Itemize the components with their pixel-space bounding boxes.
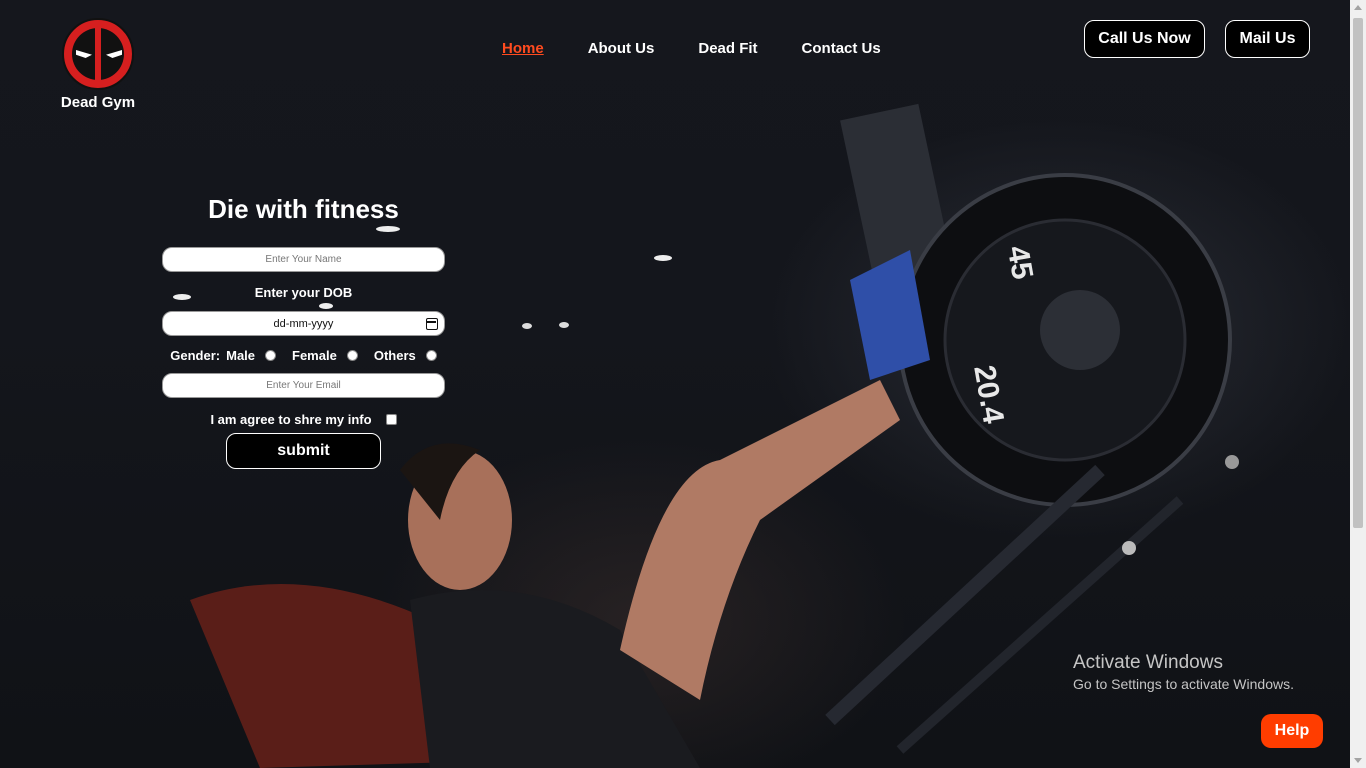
plate-number-45: 45	[1001, 243, 1039, 282]
nav-item-about-us[interactable]: About Us	[588, 40, 655, 57]
gender-option-male-label: Male	[226, 348, 256, 363]
watermark-title: Activate Windows	[1073, 652, 1223, 673]
gender-label: Gender:	[170, 348, 221, 363]
brand-logo[interactable]: Dead Gym	[56, 18, 140, 111]
vertical-scrollbar[interactable]	[1350, 0, 1366, 768]
submit-button[interactable]: submit	[226, 433, 381, 469]
dob-placeholder: dd-mm-yyyy	[273, 317, 334, 330]
gender-male-radio[interactable]	[265, 350, 277, 361]
main-nav: Home About Us Dead Fit Contact Us	[502, 40, 925, 57]
gender-option-female-label: Female	[292, 348, 337, 363]
dob-input[interactable]: dd-mm-yyyy	[162, 311, 445, 336]
form-title: Die with fitness	[208, 194, 399, 224]
nav-item-home[interactable]: Home	[502, 40, 544, 57]
nav-item-dead-fit[interactable]: Dead Fit	[698, 40, 757, 57]
brand-name: Dead Gym	[60, 94, 136, 111]
call-us-now-button[interactable]: Call Us Now	[1084, 20, 1205, 58]
agree-label: I am agree to shre my info	[210, 412, 372, 427]
agree-checkbox[interactable]	[385, 414, 397, 425]
mail-us-button[interactable]: Mail Us	[1225, 20, 1310, 58]
nav-item-contact-us[interactable]: Contact Us	[802, 40, 881, 57]
scroll-up-icon[interactable]	[1354, 5, 1362, 10]
gender-female-radio[interactable]	[346, 350, 358, 361]
gender-option-others-label: Others	[373, 348, 416, 363]
watermark-subtitle: Go to Settings to activate Windows.	[1073, 676, 1294, 692]
dob-label: Enter your DOB	[254, 285, 353, 300]
email-input[interactable]: Enter Your Email	[162, 373, 445, 398]
name-input[interactable]: Enter Your Name	[162, 247, 445, 272]
signup-form: Die with fitness Enter Your Name Enter y…	[162, 194, 445, 469]
activate-windows-watermark: Activate Windows Go to Settings to activ…	[1073, 652, 1294, 692]
gender-group: Gender: Male Female Others	[162, 348, 445, 363]
deadpool-logo-icon	[62, 18, 134, 90]
agree-row: I am agree to shre my info	[162, 412, 445, 427]
scroll-down-icon[interactable]	[1354, 758, 1362, 763]
gender-others-radio[interactable]	[425, 350, 437, 361]
scrollbar-thumb[interactable]	[1353, 18, 1363, 528]
calendar-icon[interactable]	[426, 318, 438, 330]
help-button[interactable]: Help	[1261, 714, 1323, 748]
